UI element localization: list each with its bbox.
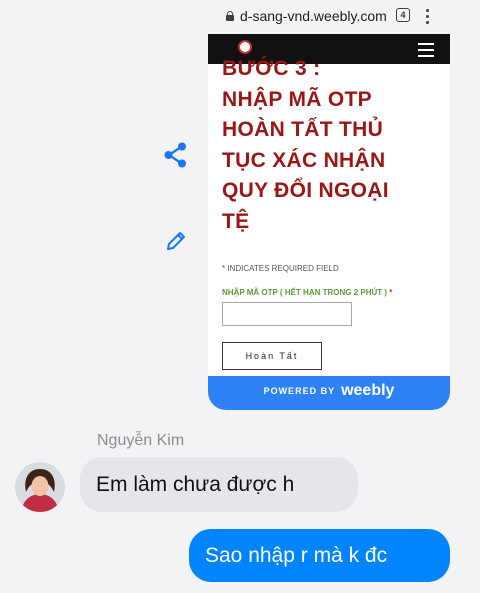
- sender-name: Nguyễn Kim: [97, 432, 185, 449]
- edit-icon[interactable]: [163, 228, 189, 254]
- url-text[interactable]: d-sang-vnd.weebly.com: [240, 8, 387, 24]
- otp-input[interactable]: [222, 302, 352, 326]
- browser-address-bar[interactable]: d-sang-vnd.weebly.com 4: [208, 0, 450, 34]
- shared-screenshot[interactable]: d-sang-vnd.weebly.com 4 BƯỚC 3 : NHẬP MÃ…: [208, 0, 450, 410]
- outgoing-message-bubble[interactable]: Sao nhập r mà k đc: [189, 529, 450, 582]
- site-logo: [238, 40, 252, 54]
- powered-by-text: POWERED BY: [263, 386, 336, 396]
- page-headline: BƯỚC 3 : NHẬP MÃ OTP HOÀN TẤT THỦ TỤC XÁ…: [222, 57, 389, 233]
- required-mark: *: [389, 288, 393, 297]
- otp-label: NHẬP MÃ OTP ( HẾT HẠN TRONG 2 PHÚT ) *: [222, 288, 392, 297]
- weebly-brand: weebly: [341, 382, 395, 399]
- lock-icon: [226, 11, 234, 21]
- otp-label-text: NHẬP MÃ OTP ( HẾT HẠN TRONG 2 PHÚT ): [222, 288, 388, 297]
- more-options-icon[interactable]: [426, 9, 430, 25]
- avatar[interactable]: [15, 462, 65, 512]
- weebly-footer-banner[interactable]: POWERED BY weebly: [208, 376, 450, 410]
- required-note: * INDICATES REQUIRED FIELD: [222, 264, 339, 273]
- submit-button[interactable]: Hoàn Tất: [222, 342, 322, 370]
- incoming-message-bubble[interactable]: Em làm chưa được h: [80, 457, 358, 512]
- tab-count-icon[interactable]: 4: [396, 8, 410, 22]
- share-icon[interactable]: [162, 141, 190, 169]
